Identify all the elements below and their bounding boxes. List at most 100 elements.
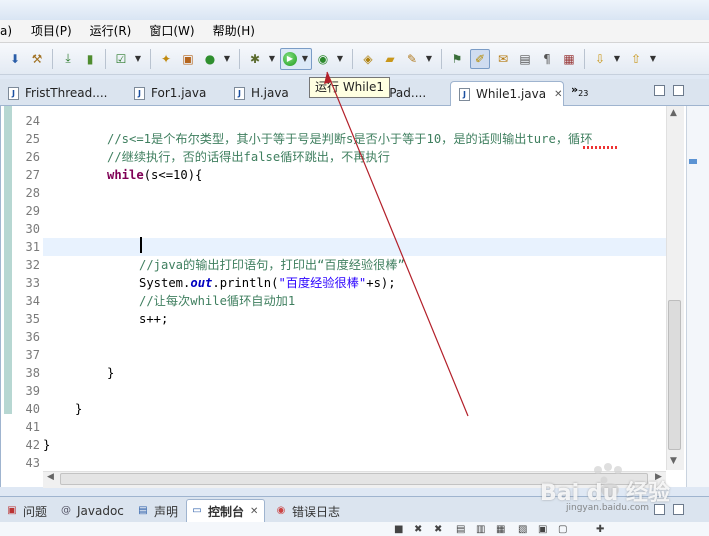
highlight-icon[interactable]: ✐ bbox=[470, 48, 490, 69]
chevron-down-icon[interactable]: ▼ bbox=[268, 50, 276, 68]
prev-annotation-icon[interactable]: ⇧ bbox=[627, 50, 645, 68]
editor-tab-label: While1.java bbox=[476, 87, 547, 101]
new-class-icon[interactable]: ● bbox=[201, 50, 219, 68]
close-tab-icon[interactable]: ✕ bbox=[554, 89, 562, 100]
panel-tab-console[interactable]: ▭ 控制台 ✕ bbox=[186, 499, 266, 522]
paragraph-icon[interactable]: ¶ bbox=[538, 50, 556, 68]
menu-item-partial[interactable]: a) bbox=[0, 20, 22, 42]
close-tab-icon[interactable]: ✕ bbox=[250, 506, 258, 517]
pin-console-icon[interactable]: ▧ bbox=[518, 525, 530, 535]
toolbar-separator bbox=[352, 48, 353, 69]
chevron-down-icon[interactable]: ▼ bbox=[649, 50, 657, 68]
overview-marker[interactable] bbox=[689, 159, 697, 164]
tab-overflow-count: 23 bbox=[578, 89, 589, 99]
toolbar-separator bbox=[150, 48, 151, 69]
panel-tab-error-log[interactable]: ◉ 错误日志 bbox=[275, 501, 340, 521]
chevron-down-icon[interactable]: ▼ bbox=[134, 50, 142, 68]
minimize-icon[interactable] bbox=[654, 85, 665, 96]
editor-tab[interactable]: J For1.java bbox=[126, 82, 206, 104]
pin-icon[interactable]: ⚑ bbox=[448, 50, 466, 68]
line-number: 34 bbox=[25, 294, 40, 308]
download-icon[interactable]: ⤓ bbox=[59, 50, 77, 68]
maximize-icon[interactable] bbox=[673, 85, 684, 96]
next-annotation-icon[interactable]: ⇩ bbox=[591, 50, 609, 68]
panel-tab-declaration[interactable]: ▤ 声明 bbox=[137, 501, 178, 521]
line-number: 29 bbox=[25, 204, 40, 218]
line-number: 37 bbox=[25, 348, 40, 362]
menu-item-run[interactable]: 运行(R) bbox=[81, 20, 141, 42]
document-icon[interactable]: ▤ bbox=[516, 50, 534, 68]
annotation-icon[interactable]: ✉ bbox=[494, 50, 512, 68]
java-file-icon: J bbox=[234, 86, 245, 100]
code-comment: //s<=1是个布尔类型，其小于等于号是判断s是否小于等于10，是的话则输出tu… bbox=[107, 132, 593, 146]
javadoc-icon: @ bbox=[61, 505, 71, 516]
run-button-group[interactable]: ▶ ▼ bbox=[280, 47, 312, 70]
scroll-left-arrow-icon[interactable]: ◀ bbox=[47, 472, 54, 482]
open-console-icon[interactable]: ▢ bbox=[558, 525, 570, 535]
menu-item-window[interactable]: 窗口(W) bbox=[140, 20, 203, 42]
word-wrap-icon[interactable]: ▦ bbox=[496, 525, 508, 535]
vertical-scroll-thumb[interactable] bbox=[668, 300, 681, 450]
text-caret bbox=[140, 237, 142, 253]
debug-bug-icon[interactable]: ✱ bbox=[246, 50, 264, 68]
code-comment: //java的输出打印语句，打印出“百度经验很棒” bbox=[139, 258, 405, 272]
panel-tab-label: 问题 bbox=[23, 504, 48, 519]
line-number: 28 bbox=[25, 186, 40, 200]
code-line-println: System.out.println("百度经验很棒"+s); bbox=[139, 274, 396, 292]
chevron-down-icon[interactable]: ▼ bbox=[336, 50, 344, 68]
line-number: 42 bbox=[25, 438, 40, 452]
run-external-icon[interactable]: ◉ bbox=[314, 50, 332, 68]
editor-tab-active[interactable]: J While1.java ✕ bbox=[450, 81, 564, 106]
new-file-icon[interactable]: ✦ bbox=[157, 50, 175, 68]
open-type-icon[interactable]: ◈ bbox=[359, 50, 377, 68]
console-icon: ▭ bbox=[192, 505, 202, 516]
scroll-lock-icon[interactable]: ▥ bbox=[476, 525, 488, 535]
line-number: 26 bbox=[25, 150, 40, 164]
panel-tab-label: 控制台 bbox=[208, 504, 245, 519]
code-brace: } bbox=[75, 402, 83, 416]
line-number: 33 bbox=[25, 276, 40, 290]
toolbar-separator bbox=[52, 48, 53, 69]
panel-tab-problems[interactable]: ▣ 问题 bbox=[6, 501, 47, 521]
editor-tab-label: For1.java bbox=[151, 86, 207, 100]
chevron-down-icon[interactable]: ▼ bbox=[425, 50, 433, 68]
run-icon[interactable]: ▶ bbox=[283, 51, 297, 66]
save-all-icon[interactable]: ⬇ bbox=[6, 50, 24, 68]
checkbox-icon[interactable]: ☑ bbox=[112, 50, 130, 68]
code-string: "百度经验很棒" bbox=[278, 276, 367, 290]
new-console-icon[interactable]: ✚ bbox=[596, 525, 608, 535]
code-text: System. bbox=[139, 276, 191, 290]
chevron-down-icon[interactable]: ▼ bbox=[301, 50, 309, 68]
chevron-down-icon[interactable]: ▼ bbox=[223, 50, 231, 68]
code-line-while: while(s<=10){ bbox=[107, 166, 202, 184]
editor-tab[interactable]: J FristThread.... bbox=[0, 82, 107, 104]
panel-tab-label: Javadoc bbox=[77, 504, 124, 518]
package-icon[interactable]: ▣ bbox=[179, 50, 197, 68]
open-folder-icon[interactable]: ▰ bbox=[381, 50, 399, 68]
menu-item-project[interactable]: 项目(P) bbox=[22, 20, 81, 42]
current-line-highlight bbox=[43, 238, 666, 256]
code-text: .println( bbox=[212, 276, 279, 290]
run-tooltip: 运行 While1 bbox=[309, 77, 390, 98]
error-log-icon: ◉ bbox=[276, 505, 286, 516]
code-comment: //让每次while循环自动加1 bbox=[139, 294, 296, 308]
line-number: 40 bbox=[25, 402, 40, 416]
menu-item-help[interactable]: 帮助(H) bbox=[204, 20, 264, 42]
remove-launch-icon[interactable]: ✖ bbox=[414, 525, 426, 535]
display-console-icon[interactable]: ▣ bbox=[538, 525, 550, 535]
panel-tab-javadoc[interactable]: @ Javadoc bbox=[60, 501, 124, 521]
refactor-icon[interactable]: ⚒ bbox=[28, 50, 46, 68]
tab-overflow-button[interactable]: »23 bbox=[571, 83, 588, 98]
chevron-down-icon[interactable]: ▼ bbox=[613, 50, 621, 68]
stop-icon[interactable]: ■ bbox=[394, 525, 406, 535]
battery-icon[interactable]: ▮ bbox=[81, 50, 99, 68]
remove-all-icon[interactable]: ✖ bbox=[434, 525, 446, 535]
window-title-strip bbox=[0, 0, 709, 20]
declaration-icon: ▤ bbox=[138, 505, 148, 516]
bookmark-icon[interactable]: ▦ bbox=[560, 50, 578, 68]
line-number: 38 bbox=[25, 366, 40, 380]
brush-icon[interactable]: ✎ bbox=[403, 50, 421, 68]
scroll-up-arrow-icon[interactable]: ▲ bbox=[670, 108, 677, 118]
editor-tab[interactable]: J H.java bbox=[226, 82, 289, 104]
clear-console-icon[interactable]: ▤ bbox=[456, 525, 468, 535]
